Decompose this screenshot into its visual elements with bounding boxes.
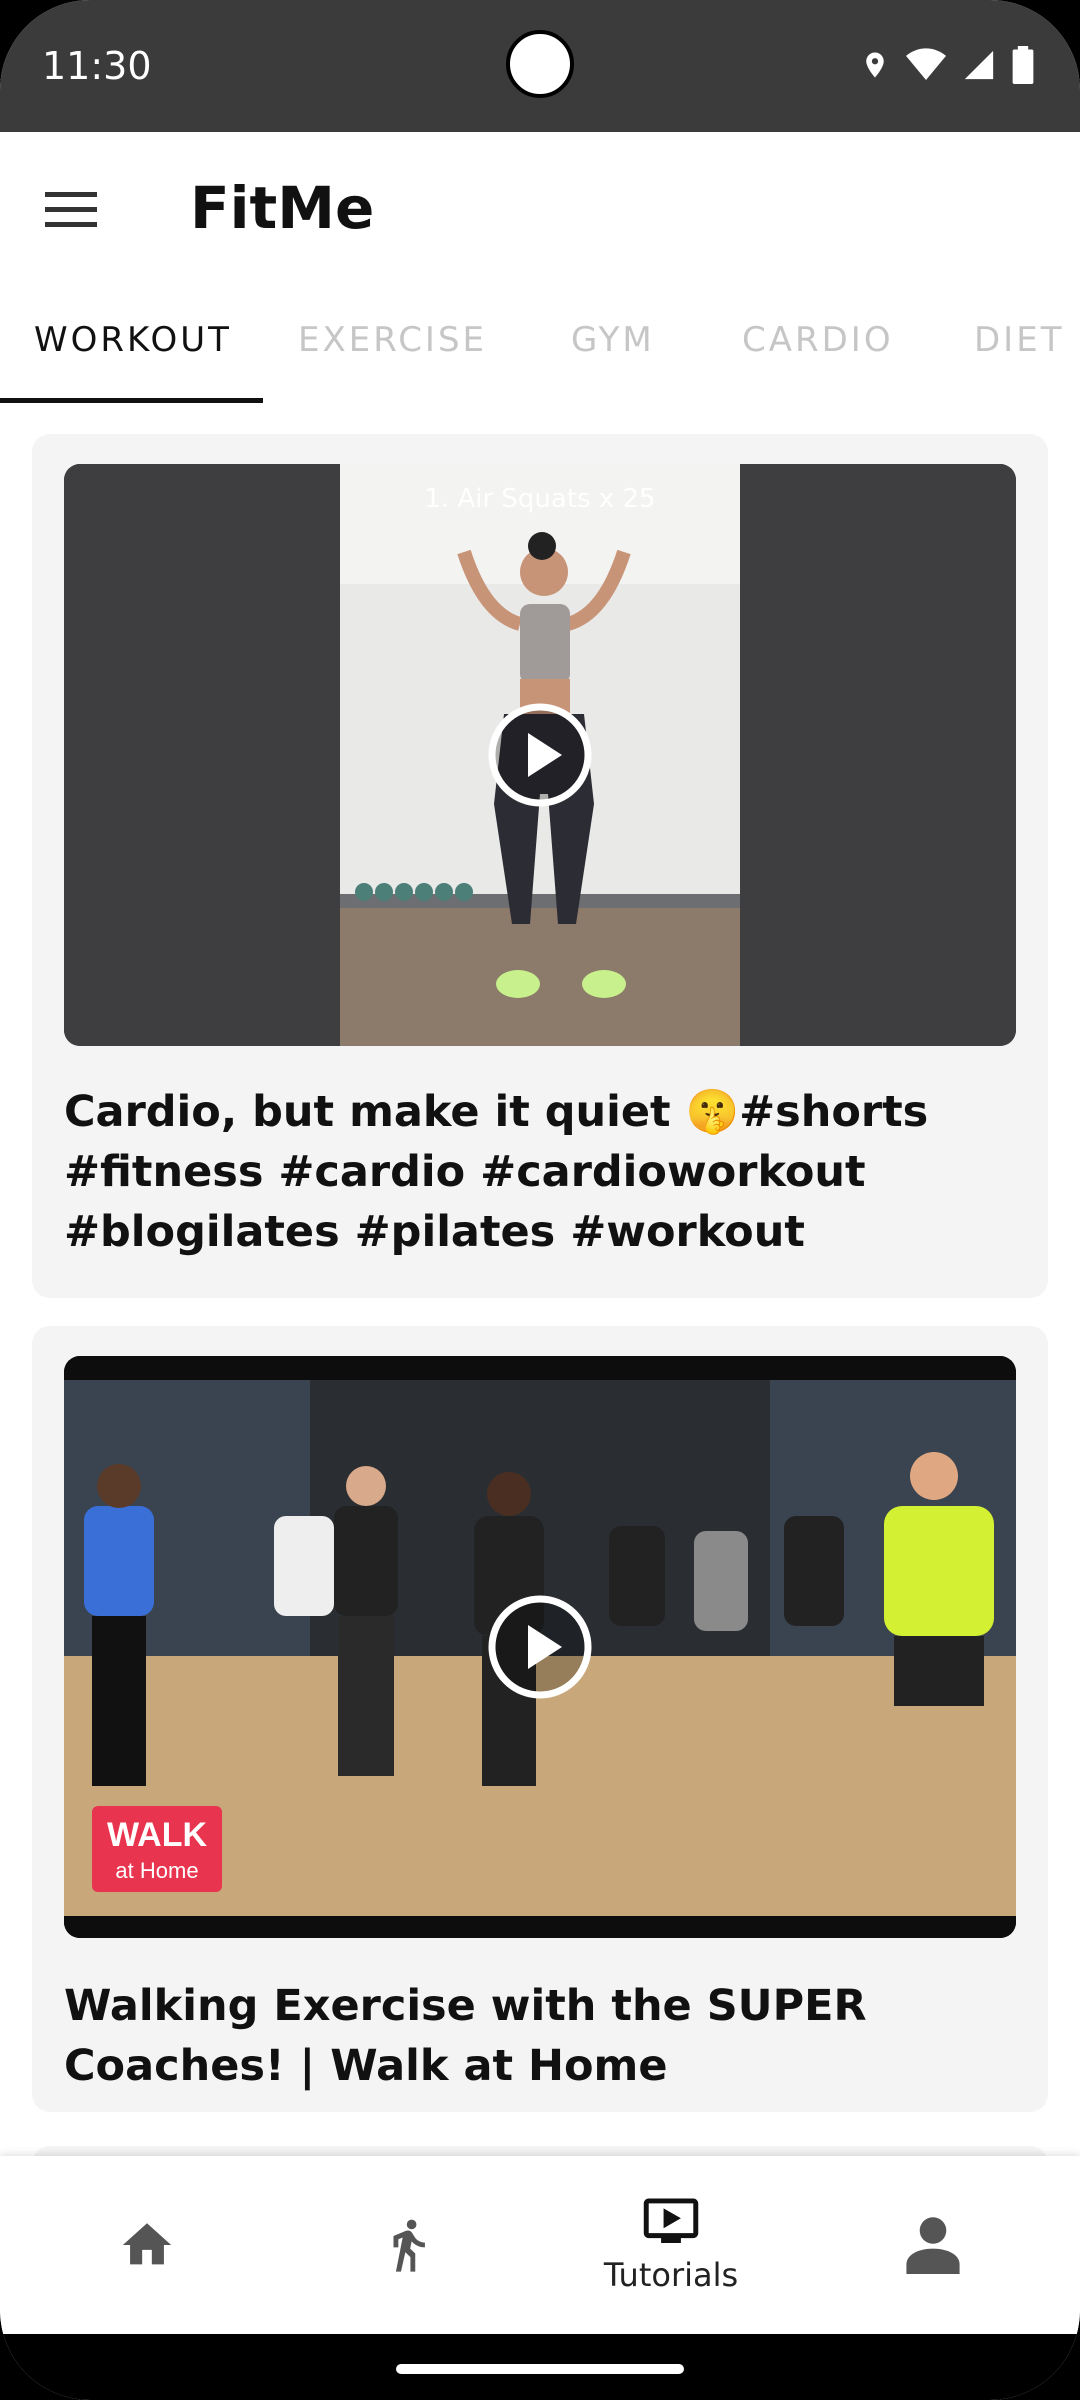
video-feed[interactable]: 1. Air Squats x 25 Cardio, but make it q… bbox=[0, 406, 1080, 2156]
tab-gym[interactable]: GYM bbox=[571, 320, 655, 360]
nav-tutorials[interactable]: Tutorials bbox=[536, 2156, 806, 2334]
video-title[interactable]: Cardio, but make it quiet 🤫#shorts #fitn… bbox=[64, 1082, 1024, 1262]
status-bar: 11:30 bbox=[0, 0, 1080, 132]
status-icons bbox=[860, 46, 1034, 84]
video-card[interactable]: 1. Air Squats x 25 Cardio, but make it q… bbox=[32, 434, 1048, 1298]
home-icon bbox=[122, 2223, 172, 2265]
tab-indicator bbox=[0, 398, 263, 403]
wifi-icon bbox=[906, 48, 946, 80]
nav-home[interactable] bbox=[12, 2156, 282, 2334]
tab-exercise[interactable]: EXERCISE bbox=[298, 320, 487, 360]
video-card[interactable]: WALK at Home Walking Exercise with the S… bbox=[32, 1326, 1048, 2112]
nav-label-tutorials: Tutorials bbox=[603, 2256, 739, 2294]
video-card[interactable] bbox=[32, 2146, 1048, 2156]
camera-cutout bbox=[506, 30, 574, 98]
video-title[interactable]: Walking Exercise with the SUPER Coaches!… bbox=[64, 1976, 1024, 2096]
svg-text:at Home: at Home bbox=[115, 1858, 198, 1883]
video-thumbnail[interactable]: WALK at Home bbox=[64, 1356, 1016, 1938]
svg-text:WALK: WALK bbox=[107, 1816, 208, 1854]
tab-cardio[interactable]: CARDIO bbox=[742, 320, 894, 360]
menu-button[interactable] bbox=[36, 174, 106, 244]
location-icon bbox=[866, 52, 884, 78]
gesture-navigation-area bbox=[0, 2334, 1080, 2400]
video-overlay-text: 1. Air Squats x 25 bbox=[424, 484, 656, 514]
category-tabs: WORKOUT EXERCISE GYM CARDIO DIET bbox=[0, 282, 1080, 406]
battery-icon bbox=[1012, 46, 1034, 84]
phone-screen: 11:30 FitMe WORKOUT EXERCISE GYM CARDIO … bbox=[0, 0, 1080, 2400]
hamburger-menu-icon bbox=[45, 192, 97, 227]
profile-icon bbox=[906, 2217, 960, 2274]
play-icon[interactable] bbox=[486, 1593, 594, 1701]
nav-profile[interactable] bbox=[798, 2156, 1068, 2334]
tab-workout[interactable]: WORKOUT bbox=[34, 320, 232, 360]
running-icon bbox=[393, 2219, 425, 2272]
signal-icon bbox=[964, 50, 994, 80]
nav-activity[interactable] bbox=[273, 2156, 543, 2334]
status-time: 11:30 bbox=[42, 44, 152, 88]
video-thumbnail[interactable]: 1. Air Squats x 25 bbox=[64, 464, 1016, 1046]
bottom-navigation: Tutorials bbox=[0, 2156, 1080, 2334]
home-gesture-handle[interactable] bbox=[396, 2364, 684, 2374]
app-title: FitMe bbox=[190, 174, 375, 242]
video-tutorials-icon bbox=[643, 2198, 699, 2244]
app-bar: FitMe bbox=[0, 132, 1080, 282]
tab-diet[interactable]: DIET bbox=[974, 320, 1064, 360]
play-icon[interactable] bbox=[486, 701, 594, 809]
